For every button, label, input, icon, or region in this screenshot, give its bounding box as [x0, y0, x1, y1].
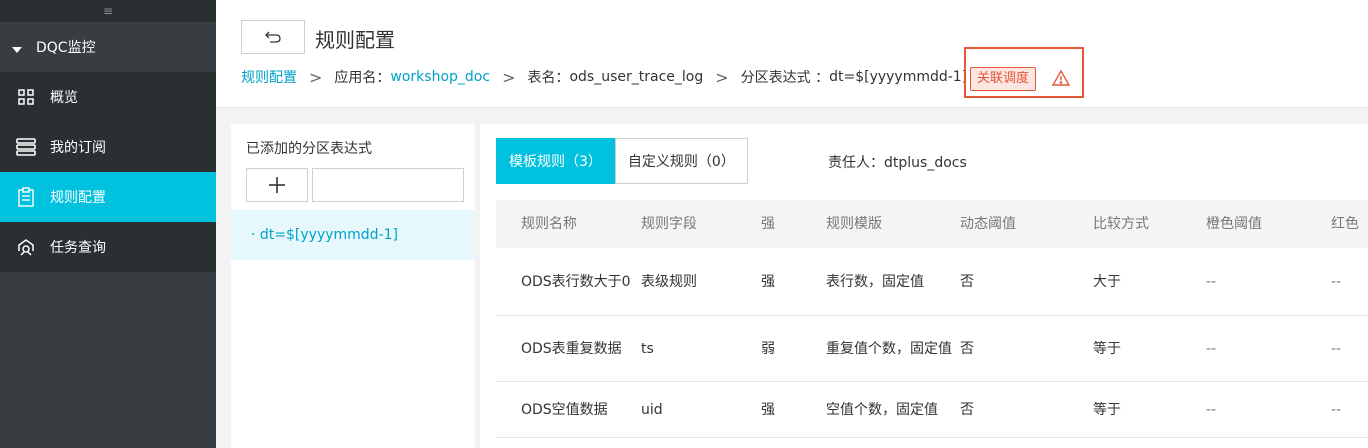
partition-expression-input[interactable] — [312, 168, 464, 202]
compare-method-cell: 大于 — [1093, 273, 1121, 290]
rule-strength-cell: 强 — [761, 401, 775, 418]
sidebar: ≡ DQC监控 概览 我的订阅 规则配置 任务查询 — [0, 0, 216, 448]
rule-template-cell: 空值个数，固定值 — [826, 401, 938, 418]
chevron-right-icon: > — [309, 67, 323, 87]
schedule-tag-button[interactable]: 关联调度 — [970, 67, 1037, 91]
column-header: 规则模版 — [826, 216, 882, 232]
sidebar-item-subscriptions[interactable]: 我的订阅 — [0, 122, 216, 172]
sidebar-section-title: DQC监控 — [36, 40, 96, 56]
grid-icon — [16, 87, 36, 107]
breadcrumb-partition-prefix: 分区表达式 ： — [740, 70, 830, 86]
breadcrumb: 规则配置 > 应用名： workshop_doc > 表名： ods_user_… — [241, 67, 967, 87]
server-stack-icon — [16, 137, 36, 157]
add-partition-button[interactable] — [246, 168, 308, 202]
orange-threshold-cell: -- — [1206, 273, 1217, 290]
partition-panel: 已添加的分区表达式 · dt=$[yyyymmdd-1] — [231, 124, 475, 448]
table-row[interactable]: ODS表重复数据 ts 弱 重复值个数，固定值 否 等于 -- -- — [496, 316, 1368, 382]
sidebar-item-label: 概览 — [50, 90, 78, 106]
rule-field-cell: uid — [641, 401, 663, 418]
rules-panel: 模板规则（3） 自定义规则（0） 责任人：dtplus_docs 规则名称 规则… — [480, 124, 1368, 448]
sidebar-item-label: 任务查询 — [50, 240, 106, 256]
table-header: 规则名称 规则字段 强 规则模版 动态阈值 比较方式 橙色阈值 红色 — [496, 200, 1368, 248]
column-header: 比较方式 — [1093, 216, 1149, 232]
rule-template-cell: 重复值个数，固定值 — [826, 340, 952, 357]
column-header: 规则字段 — [641, 216, 697, 232]
rule-name-cell: ODS表行数大于0 — [521, 273, 631, 290]
breadcrumb-app-link[interactable]: workshop_doc — [390, 69, 490, 85]
sidebar-item-rule-config[interactable]: 规则配置 — [0, 172, 216, 222]
sidebar-item-task-query[interactable]: 任务查询 — [0, 222, 216, 272]
rule-name-cell: ODS空值数据 — [521, 401, 608, 418]
rule-tabs: 模板规则（3） 自定义规则（0） — [496, 138, 748, 184]
sidebar-empty-area — [0, 272, 216, 448]
dynamic-threshold-cell: 否 — [960, 273, 974, 290]
column-header: 橙色阈值 — [1206, 216, 1262, 232]
breadcrumb-app-prefix: 应用名： — [334, 70, 391, 86]
chevron-right-icon: > — [715, 67, 729, 87]
partition-list-item[interactable]: · dt=$[yyyymmdd-1] — [231, 210, 475, 260]
rule-strength-cell: 强 — [761, 273, 775, 290]
chevron-right-icon: > — [502, 67, 516, 87]
main-content: 规则配置 规则配置 > 应用名： workshop_doc > 表名： ods_… — [216, 0, 1368, 448]
menu-icon: ≡ — [102, 4, 114, 18]
table-row[interactable]: ODS表行数大于0 表级规则 强 表行数，固定值 否 大于 -- -- — [496, 248, 1368, 316]
breadcrumb-root-link[interactable]: 规则配置 — [241, 67, 297, 87]
red-threshold-cell: -- — [1331, 340, 1342, 357]
breadcrumb-partition-value: dt=$[yyyymmdd-1] — [829, 69, 968, 85]
compare-method-cell: 等于 — [1093, 401, 1121, 418]
rule-name-cell: ODS表重复数据 — [521, 340, 622, 357]
column-header: 强 — [761, 216, 775, 232]
sidebar-item-label: 我的订阅 — [50, 140, 106, 156]
caret-down-icon — [12, 47, 22, 53]
page-title: 规则配置 — [315, 28, 395, 52]
clipboard-icon — [16, 187, 36, 207]
tab-template-rules[interactable]: 模板规则（3） — [496, 138, 615, 184]
rule-strength-cell: 弱 — [761, 340, 775, 357]
sidebar-collapse-toggle[interactable]: ≡ — [0, 0, 216, 22]
dynamic-threshold-cell: 否 — [960, 401, 974, 418]
rules-table: 规则名称 规则字段 强 规则模版 动态阈值 比较方式 橙色阈值 红色 ODS表行… — [496, 200, 1368, 438]
search-task-icon — [16, 237, 36, 257]
breadcrumb-table-prefix: 表名： — [527, 70, 570, 86]
red-threshold-cell: -- — [1331, 273, 1342, 290]
dynamic-threshold-cell: 否 — [960, 340, 974, 357]
column-header: 动态阈值 — [960, 216, 1016, 232]
column-header: 规则名称 — [521, 216, 577, 232]
rule-field-cell: ts — [641, 340, 654, 357]
undo-arrow-icon — [265, 31, 281, 43]
orange-threshold-cell: -- — [1206, 340, 1217, 357]
rule-field-cell: 表级规则 — [641, 273, 697, 290]
page-header: 规则配置 规则配置 > 应用名： workshop_doc > 表名： ods_… — [216, 0, 1368, 108]
sidebar-section-header[interactable]: DQC监控 — [0, 22, 216, 72]
back-button[interactable] — [241, 20, 305, 54]
breadcrumb-table-name: ods_user_trace_log — [569, 69, 704, 85]
sidebar-item-label: 规则配置 — [50, 190, 106, 206]
tab-custom-rules[interactable]: 自定义规则（0） — [614, 138, 748, 184]
sidebar-item-overview[interactable]: 概览 — [0, 72, 216, 122]
compare-method-cell: 等于 — [1093, 340, 1121, 357]
orange-threshold-cell: -- — [1206, 401, 1217, 418]
table-row[interactable]: ODS空值数据 uid 强 空值个数，固定值 否 等于 -- -- — [496, 382, 1368, 438]
rule-template-cell: 表行数，固定值 — [826, 273, 924, 290]
warning-triangle-icon[interactable] — [1052, 69, 1070, 87]
column-header: 红色 — [1331, 216, 1359, 232]
red-threshold-cell: -- — [1331, 401, 1342, 418]
plus-icon — [269, 177, 285, 193]
partition-panel-title: 已添加的分区表达式 — [246, 141, 372, 157]
owner-label: 责任人：dtplus_docs — [828, 155, 967, 171]
